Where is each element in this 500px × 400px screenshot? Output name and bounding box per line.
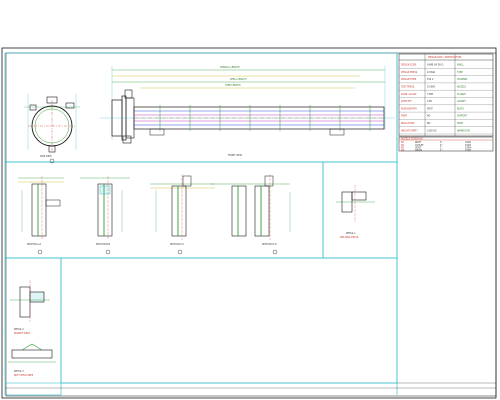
nozzle-header: NOZZLE SCHEDULE	[401, 138, 423, 141]
spec-cell: WEIGHT EMPTY	[401, 129, 418, 132]
nozzle-cell: 150#	[465, 149, 471, 152]
spec-cell: 0.85	[427, 100, 432, 103]
detail-3: DETAIL 3 BUTT WELD PREP	[8, 343, 56, 377]
spec-cell: CHANNEL	[457, 78, 468, 81]
spec-cell: PAINT	[457, 122, 464, 125]
spec-cell: PWHT	[401, 115, 408, 118]
title-block: DESIGN DATA / SPECIFICATION DESIGN CODE A…	[398, 53, 494, 152]
spec-cell: NOZZLE	[457, 86, 467, 89]
drawing-sheet: SIDE VIEW OVERALL LENGTH SHELL LENGTH TU…	[1, 47, 497, 399]
dim-tube-label: TUBE LENGTH	[225, 84, 241, 87]
spec-cell: TEST PRESS.	[401, 86, 415, 89]
spec-cell: NAMEPLATE	[457, 129, 471, 132]
spec-cell: INSULATION	[401, 122, 415, 125]
spec-cell: 150 C	[427, 78, 434, 81]
inner-frame	[5, 52, 497, 397]
spec-cell: JOINT EFF.	[400, 100, 412, 103]
spec-cell: NO	[427, 122, 431, 125]
detail-3-title: DETAIL 3	[14, 370, 24, 373]
spec-cell: DESIGN CODE	[401, 64, 417, 67]
spec-header: DESIGN DATA / SPECIFICATION	[428, 56, 462, 59]
spec-cell: GASKET	[457, 100, 466, 103]
spec-cell: 3 MM	[427, 93, 433, 96]
spec-cell: SUPPORT	[457, 115, 468, 118]
spec-cell: DESIGN PRESS.	[401, 71, 418, 74]
spec-cell: 15 BAR	[427, 86, 435, 89]
nozzle-cell: 1"	[440, 149, 442, 152]
dim-shell-label: SHELL LENGTH	[230, 78, 247, 81]
spec-cell: RADIOGRAPHY	[401, 107, 418, 110]
spec-cell: FLANGE	[457, 93, 466, 96]
detail-1: DETAIL 1 WELDING DETAIL	[336, 185, 375, 239]
spec-cell: BOLTS	[457, 107, 464, 110]
nozzle-cell: N4	[401, 149, 405, 152]
section-d: SECTION D-D	[210, 174, 291, 255]
bottom-strip	[5, 382, 496, 389]
detail-2: DETAIL 2 NOZZLE WELD	[10, 280, 50, 335]
nozzle-rows: N1 INLET 4" 150#N2 OUTLET 4" 150#N3 VENT 1" 150#N…	[401, 141, 471, 152]
section-c-title: SECTION C-C	[170, 243, 185, 246]
spec-cell: SHELL	[457, 64, 465, 67]
spec-cell: TUBE	[457, 71, 463, 74]
section-a: SECTION A-A	[18, 176, 64, 255]
vessel-elevation: OVERALL LENGTH SHELL LENGTH TUBE LENGTH	[100, 66, 395, 157]
spec-cell: 1200 KG	[427, 129, 437, 132]
spec-cell: DESIGN TEMP.	[401, 78, 417, 81]
detail-2-subtitle: NOZZLE WELD	[14, 332, 30, 335]
detail-2-title: DETAIL 2	[14, 328, 24, 331]
spec-cell: 10 BAR	[427, 71, 435, 74]
front-view-title: FRONT VIEW	[228, 154, 243, 157]
detail-3-subtitle: BUTT WELD PREP	[14, 374, 34, 377]
section-b-title: SECTION B-B	[96, 243, 111, 246]
panel-dividers	[4, 52, 398, 396]
end-view: SIDE VIEW	[24, 94, 80, 164]
dim-overall-label: OVERALL LENGTH	[220, 66, 240, 69]
spec-cell: CORR. ALLOW.	[401, 93, 417, 96]
side-view-title: SIDE VIEW	[40, 155, 52, 158]
spec-cell: ASME VIII DIV.1	[427, 64, 444, 67]
detail-1-title: DETAIL 1	[346, 232, 356, 235]
spec-cell: NO	[427, 115, 431, 118]
section-b: SECTION B-B	[80, 176, 130, 255]
section-d-title: SECTION D-D	[262, 243, 277, 246]
section-c: SECTION C-C	[150, 174, 215, 255]
nozzle-cell: DRAIN	[415, 149, 422, 152]
spec-rows: DESIGN CODE ASME VIII DIV.1 SHELL DESIGN PR…	[399, 64, 493, 135]
spec-cell: SPOT	[427, 107, 433, 110]
detail-1-subtitle: WELDING DETAIL	[340, 236, 359, 239]
section-a-title: SECTION A-A	[27, 243, 42, 246]
